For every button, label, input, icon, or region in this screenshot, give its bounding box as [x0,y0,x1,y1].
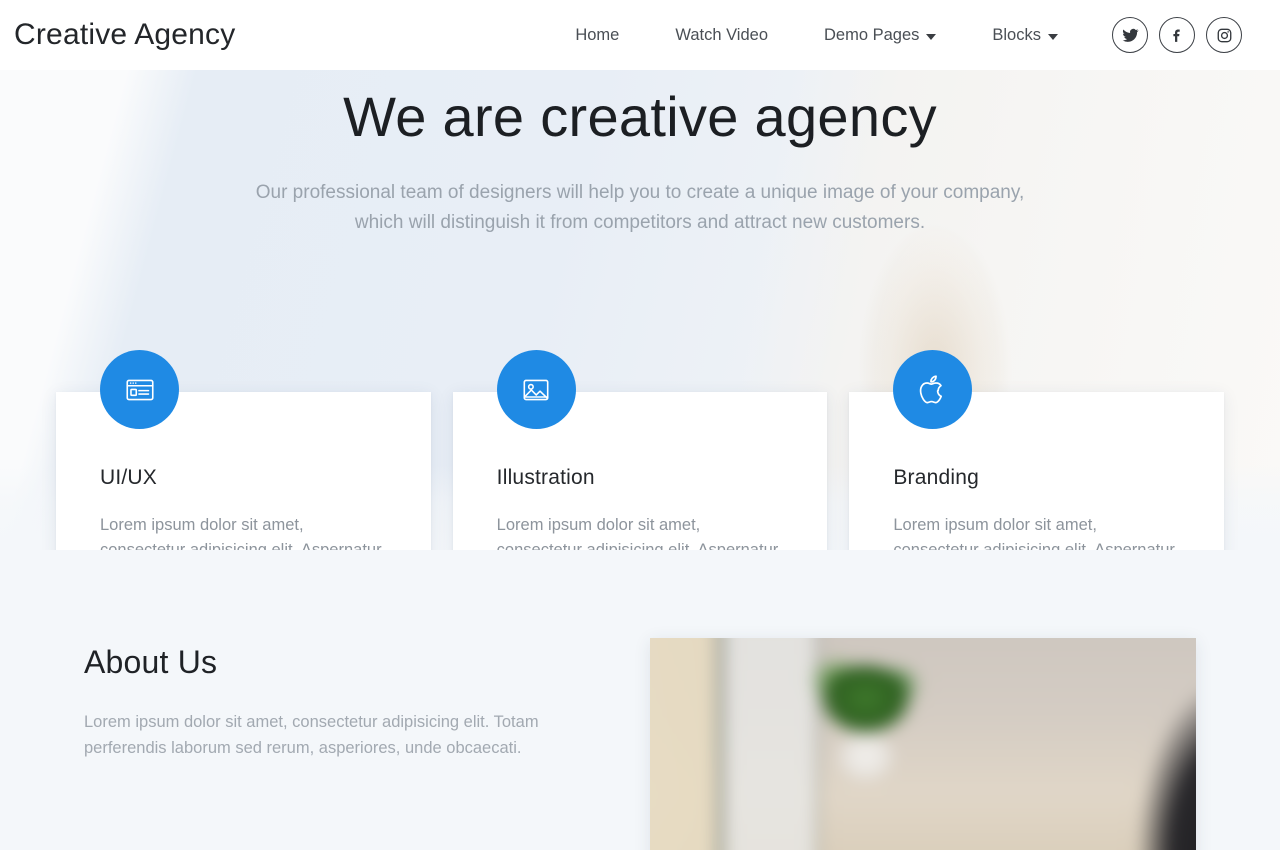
feature-card-ui-ux[interactable]: UI/UX Lorem ipsum dolor sit amet, consec… [56,350,431,550]
nav-item-blocks[interactable]: Blocks [964,26,1086,45]
twitter-icon[interactable] [1112,17,1148,53]
feature-card-text: Lorem ipsum dolor sit amet, consectetur … [100,516,385,550]
feature-card-title: Illustration [496,466,595,489]
about-image [650,638,1196,850]
about-text: Lorem ipsum dolor sit amet, consectetur … [84,713,539,758]
brand-logo[interactable]: Creative Agency [14,18,235,52]
feature-card-illustration[interactable]: Illustration Lorem ipsum dolor sit amet,… [452,350,828,550]
feature-card-title: Branding [893,466,980,489]
hero-section: We are creative agency Our professional … [0,70,1280,550]
hero-title: We are creative agency [343,85,937,148]
nav-item-watch-video[interactable]: Watch Video [647,26,796,45]
site-header: Creative Agency Home Watch Video Demo Pa… [0,0,1280,70]
nav-item-home[interactable]: Home [547,26,647,45]
hero-content: We are creative agency Our professional … [0,70,1280,238]
social-links [1112,17,1242,53]
about-photo [650,638,1196,850]
browser-window-icon [100,350,179,429]
feature-card-title: UI/UX [100,466,158,489]
facebook-icon[interactable] [1159,17,1195,53]
hero-subtitle-line-1: Our professional team of designers will … [255,182,1025,203]
about-text-column: About Us Lorem ipsum dolor sit amet, con… [56,638,616,762]
feature-card-branding[interactable]: Branding Lorem ipsum dolor sit amet, con… [849,350,1225,550]
instagram-icon[interactable] [1206,17,1242,53]
apple-logo-icon [893,350,973,429]
nav-item-demo-pages[interactable]: Demo Pages [796,26,964,45]
nav-item-label: Home [575,25,620,44]
feature-cards: UI/UX Lorem ipsum dolor sit amet, consec… [0,350,1280,550]
feature-card-text: Lorem ipsum dolor sit amet, consectetur … [893,516,1178,550]
nav-item-label: Watch Video [675,25,768,44]
chevron-down-icon [1048,33,1058,40]
feature-card-text: Lorem ipsum dolor sit amet, consectetur … [496,516,782,550]
about-title: About Us [84,644,218,680]
image-picture-icon [496,350,576,429]
hero-subtitle: Our professional team of designers will … [0,178,1280,238]
nav-item-label: Demo Pages [824,25,920,44]
main-navigation: Home Watch Video Demo Pages Blocks [547,17,1242,53]
chevron-down-icon [926,33,937,40]
hero-subtitle-line-2: which will distinguish it from competito… [354,212,926,234]
about-section: About Us Lorem ipsum dolor sit amet, con… [0,550,1280,850]
nav-item-label: Blocks [992,25,1041,44]
